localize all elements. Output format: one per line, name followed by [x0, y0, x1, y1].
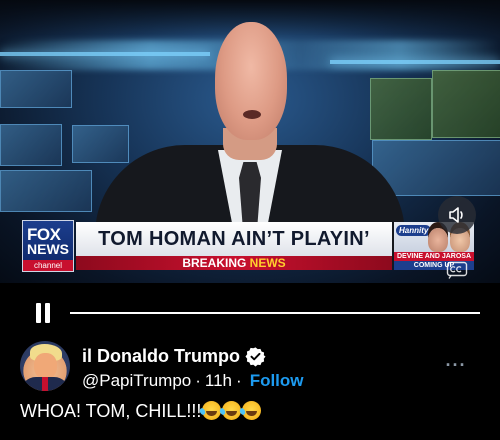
news-presenter — [95, 20, 405, 265]
breaking-word: BREAKING — [182, 256, 247, 270]
more-options-button[interactable]: ··· — [442, 355, 470, 375]
presenter-mouth — [243, 110, 261, 119]
studio-monitor — [0, 70, 72, 108]
avatar[interactable] — [20, 341, 70, 391]
logo-news-word: NEWS — [27, 241, 69, 257]
promo-guest-photo — [428, 228, 448, 252]
pause-icon-bar — [45, 303, 50, 323]
promo-brand: Hannity — [396, 225, 432, 236]
tweet-body: WHOA! TOM, CHILL!!! — [20, 401, 202, 421]
mute-toggle-button[interactable] — [438, 196, 476, 234]
author-handle[interactable]: @PapiTrumpo — [82, 371, 191, 391]
laughing-emoji-icon — [242, 401, 262, 420]
author-meta-row: @PapiTrumpo · 11h · Follow — [82, 370, 304, 392]
author-name-row: il Donaldo Trumpo — [82, 344, 266, 368]
meta-separator: · — [195, 371, 201, 390]
post-time[interactable]: 11h — [205, 371, 232, 391]
breaking-news-word: NEWS — [249, 256, 286, 270]
avatar-tie — [42, 377, 48, 391]
follow-button[interactable]: Follow — [250, 371, 304, 391]
studio-monitor — [432, 70, 500, 138]
video-controls — [0, 283, 500, 333]
verified-badge-icon — [245, 346, 266, 367]
speaker-icon — [449, 207, 463, 223]
meta-separator: · — [236, 371, 242, 390]
logo-channel-word: channel — [23, 260, 73, 271]
studio-monitor — [0, 170, 92, 212]
author-display-name[interactable]: il Donaldo Trumpo — [82, 346, 240, 367]
video-progress-fill — [70, 312, 480, 314]
tweet-text: WHOA! TOM, CHILL!!! — [20, 401, 262, 422]
news-chyron: FOX NEWS channel TOM HOMAN AIN’T PLAYIN’… — [22, 220, 474, 272]
breaking-news-bar: BREAKING NEWS — [76, 256, 392, 270]
presenter-head — [215, 22, 287, 140]
fox-news-logo: FOX NEWS channel — [22, 220, 74, 272]
video-progress-bar[interactable] — [70, 312, 480, 314]
captions-icon[interactable] — [446, 261, 468, 279]
studio-monitor — [0, 124, 62, 166]
pause-icon-bar — [36, 303, 41, 323]
promo-guests: DEVINE AND JAROSA — [394, 252, 474, 261]
pause-button[interactable] — [34, 303, 54, 325]
chyron-headline: TOM HOMAN AIN’T PLAYIN’ — [76, 222, 392, 256]
video-player[interactable]: FOX NEWS channel TOM HOMAN AIN’T PLAYIN’… — [0, 0, 500, 283]
avatar-face — [34, 353, 57, 379]
